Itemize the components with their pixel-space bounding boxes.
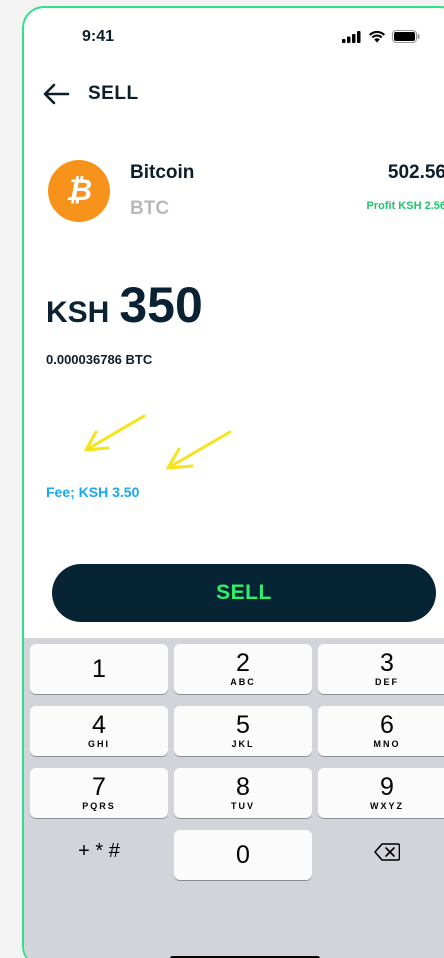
- key-letters: ABC: [230, 677, 256, 687]
- key-letters: TUV: [231, 801, 255, 811]
- coin-row: ₿ Bitcoin BTC 502.56 Profit KSH 2.56: [44, 160, 444, 230]
- key-7[interactable]: 7 PQRS: [30, 768, 168, 818]
- backspace-icon: [374, 842, 401, 861]
- key-5[interactable]: 5 JKL: [174, 706, 312, 756]
- key-digit: 1: [92, 655, 106, 683]
- key-digit: 0: [236, 841, 250, 869]
- key-digit: 8: [236, 773, 250, 801]
- key-symbols[interactable]: + * #: [30, 826, 168, 876]
- amount-currency: KSH: [46, 296, 110, 329]
- status-bar: 9:41: [24, 8, 444, 64]
- coin-profit: Profit KSH 2.56: [366, 200, 444, 212]
- crypto-equivalent: 0.000036786 BTC: [46, 352, 153, 367]
- coin-price: 502.56: [387, 162, 444, 183]
- wifi-icon: [369, 30, 385, 43]
- sell-button[interactable]: SELL: [52, 564, 436, 622]
- bitcoin-glyph: ₿: [65, 174, 93, 207]
- key-9[interactable]: 9 WXYZ: [318, 768, 444, 818]
- status-time: 9:41: [82, 28, 115, 45]
- key-1[interactable]: 1: [30, 644, 168, 694]
- key-digit: 6: [380, 711, 394, 739]
- key-letters: JKL: [231, 739, 255, 749]
- key-letters: PQRS: [82, 801, 116, 811]
- key-4[interactable]: 4 GHI: [30, 706, 168, 756]
- key-2[interactable]: 2 ABC: [174, 644, 312, 694]
- key-digit: 7: [92, 773, 106, 801]
- numeric-keypad: 1 2 ABC 3 DEF 4 GHI 5 JKL 6 MNO 7 PQRS 8…: [24, 638, 444, 958]
- header: SELL: [42, 82, 139, 106]
- key-digit: 9: [380, 773, 394, 801]
- key-0[interactable]: 0: [174, 830, 312, 880]
- key-6[interactable]: 6 MNO: [318, 706, 444, 756]
- key-digit: 2: [236, 649, 250, 677]
- key-letters: WXYZ: [370, 801, 404, 811]
- key-backspace[interactable]: [318, 826, 444, 876]
- page-title: SELL: [88, 83, 139, 104]
- signal-icon: [342, 30, 361, 43]
- coin-name: Bitcoin: [130, 162, 195, 183]
- arrow-annotation-icon: [84, 414, 232, 470]
- amount-value: 350: [119, 277, 203, 333]
- key-letters: DEF: [375, 677, 399, 687]
- key-3[interactable]: 3 DEF: [318, 644, 444, 694]
- coin-symbol: BTC: [130, 198, 170, 219]
- bitcoin-logo-icon: ₿: [48, 160, 110, 222]
- key-digit: 3: [380, 649, 394, 677]
- back-arrow-icon[interactable]: [42, 82, 70, 106]
- key-8[interactable]: 8 TUV: [174, 768, 312, 818]
- phone-screen: 9:41 SELL ₿ Bitcoin BTC 502.56 Profit KS…: [22, 6, 444, 958]
- status-icons: [342, 30, 420, 43]
- key-digit: 4: [92, 711, 106, 739]
- key-letters: MNO: [373, 739, 401, 749]
- key-letters: GHI: [87, 739, 110, 749]
- battery-icon: [392, 30, 420, 43]
- fee-label: Fee; KSH 3.50: [46, 484, 140, 500]
- key-digit: 5: [236, 711, 250, 739]
- amount-display: KSH 350: [46, 276, 203, 334]
